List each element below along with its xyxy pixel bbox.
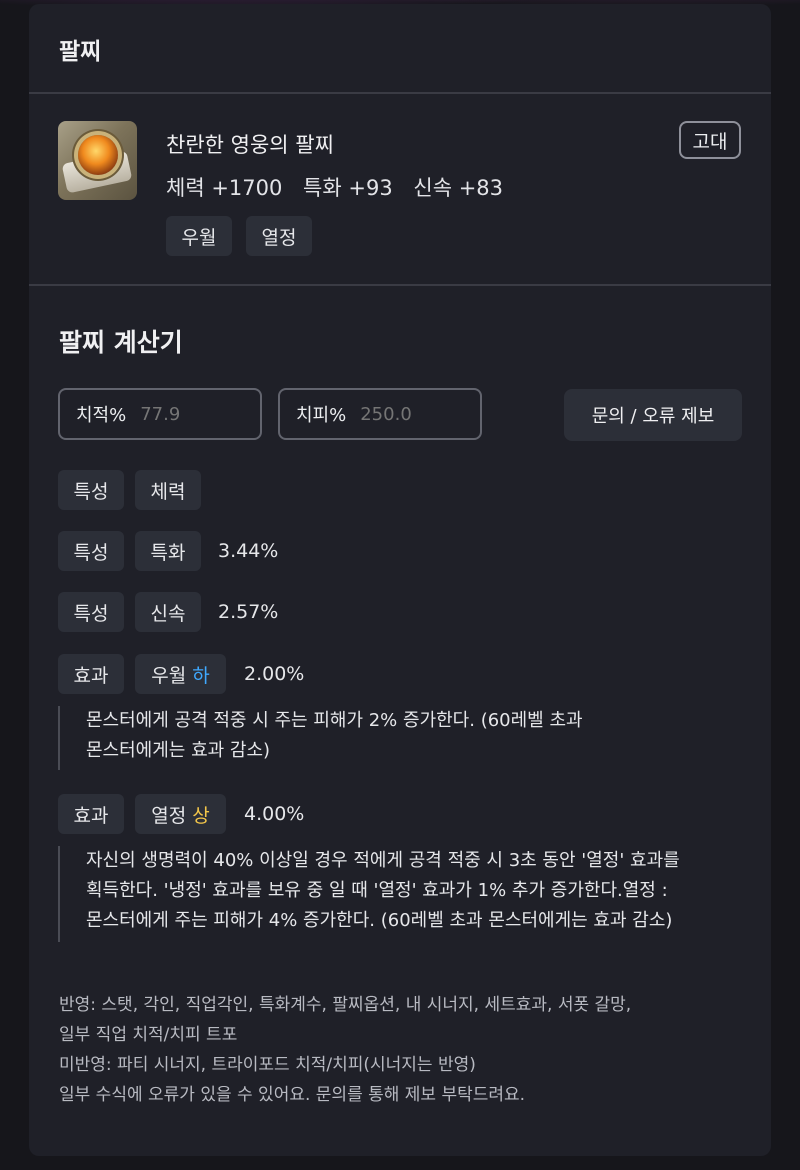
row-type-tag: 효과 — [58, 654, 124, 694]
item-stat: 체력 +1700 — [166, 176, 283, 200]
desc-line: 획득한다. '냉정' 효과를 보유 중 일 때 '열정' 효과가 1% 추가 증… — [86, 880, 668, 901]
crit-rate-label: 치적% — [76, 405, 127, 426]
desc-line: 몬스터에게는 효과 감소) — [86, 740, 271, 761]
bracelet-icon — [58, 121, 137, 200]
footer-notes: 반영: 스탯, 각인, 직업각인, 특화계수, 팔찌옵션, 내 시너지, 세트효… — [59, 990, 631, 1110]
footer-line: 반영: 스탯, 각인, 직업각인, 특화계수, 팔찌옵션, 내 시너지, 세트효… — [59, 995, 632, 1015]
item-name: 찬란한 영웅의 팔찌 — [166, 133, 334, 157]
desc-line: 자신의 생명력이 40% 이상일 경우 적에게 공격 적중 시 3초 동안 '열… — [86, 850, 680, 871]
divider — [29, 284, 771, 286]
footer-line: 일부 수식에 오류가 있을 수 있어요. 문의를 통해 제보 부탁드려요. — [59, 1085, 526, 1105]
footer-line: 일부 직업 치적/치피 트포 — [59, 1025, 238, 1045]
bracelet-panel: 팔찌 찬란한 영웅의 팔찌 체력 +1700 특화 +93 신속 +83 고대 … — [29, 4, 771, 1156]
crit-damage-input[interactable] — [360, 403, 461, 425]
footer-line: 미반영: 파티 시너지, 트라이포드 치적/치피(시너지는 반영) — [59, 1055, 476, 1075]
row-type-tag: 특성 — [58, 531, 124, 571]
row-type-tag: 효과 — [58, 794, 124, 834]
item-tag: 우월 — [166, 216, 232, 256]
row-value: 3.44% — [218, 540, 279, 562]
row-name-tag: 신속 — [135, 592, 201, 632]
crit-rate-input[interactable] — [140, 403, 241, 425]
effect-grade-low: 하 — [192, 664, 210, 687]
row-name-tag: 체력 — [135, 470, 201, 510]
row-value: 4.00% — [244, 803, 305, 825]
desc-line: 몬스터에게 공격 적중 시 주는 피해가 2% 증가한다. (60레벨 초과 — [86, 710, 583, 731]
row-name-tag: 열정 상 — [135, 794, 226, 834]
item-stat: 신속 +83 — [413, 176, 504, 200]
row-name-tag: 특화 — [135, 531, 201, 571]
report-button[interactable]: 문의 / 오류 제보 — [564, 389, 742, 441]
effect-grade-high: 상 — [192, 804, 210, 827]
crit-damage-field[interactable]: 치피% — [278, 388, 482, 440]
row-value: 2.00% — [244, 663, 305, 685]
effect-name: 우월 — [151, 664, 187, 687]
panel-title: 팔찌 — [59, 39, 102, 65]
crit-rate-field[interactable]: 치적% — [58, 388, 262, 440]
row-type-tag: 특성 — [58, 470, 124, 510]
desc-line: 몬스터에게 주는 피해가 4% 증가한다. (60레벨 초과 몬스터에게는 효과… — [86, 910, 673, 931]
item-stat: 특화 +93 — [303, 176, 393, 200]
row-type-tag: 특성 — [58, 592, 124, 632]
row-name-tag: 우월 하 — [135, 654, 226, 694]
grade-badge: 고대 — [679, 121, 741, 159]
item-tag: 열정 — [246, 216, 312, 256]
calculator-title: 팔찌 계산기 — [59, 328, 183, 357]
effect-name: 열정 — [151, 804, 187, 827]
effect-description: 몬스터에게 공격 적중 시 주는 피해가 2% 증가한다. (60레벨 초과 몬… — [58, 706, 686, 770]
crit-damage-label: 치피% — [296, 405, 347, 426]
divider — [29, 92, 771, 94]
item-stats: 체력 +1700 특화 +93 신속 +83 — [166, 172, 517, 202]
row-value: 2.57% — [218, 601, 279, 623]
effect-description: 자신의 생명력이 40% 이상일 경우 적에게 공격 적중 시 3초 동안 '열… — [58, 846, 736, 942]
